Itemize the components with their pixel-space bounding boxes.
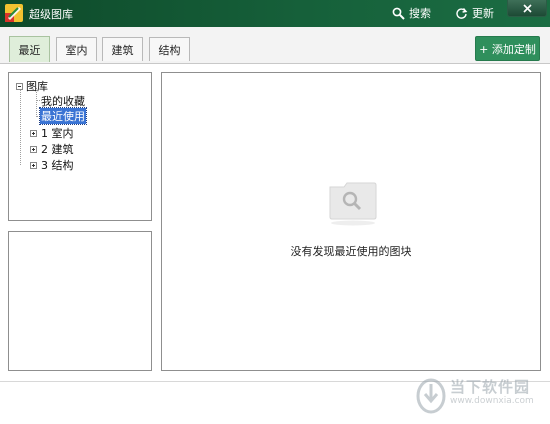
tree-item-favorites[interactable]: 我的收藏 [41, 93, 85, 109]
tab-structure[interactable]: 结构 [149, 37, 190, 61]
expand-toggle-icon[interactable] [30, 161, 37, 169]
tree-root[interactable]: 图库 [16, 78, 48, 94]
tree-item-label: 1 室内 [41, 127, 74, 140]
expand-toggle-icon[interactable] [30, 145, 37, 153]
library-tree: 图库 我的收藏 最近使用 1 室内 2 建筑 3 结构 [8, 72, 152, 221]
block-list-panel: 没有发现最近使用的图块 [161, 72, 541, 371]
watermark: 当下软件园 www.downxia.com [416, 372, 546, 422]
close-icon [522, 3, 532, 13]
preview-panel [8, 231, 152, 371]
collapse-toggle-icon[interactable] [16, 82, 23, 90]
tree-item-architecture[interactable]: 2 建筑 [30, 141, 74, 157]
empty-state-message: 没有发现最近使用的图块 [290, 245, 412, 258]
tree-item-label: 3 结构 [41, 159, 74, 172]
tree-item-interior[interactable]: 1 室内 [30, 125, 74, 141]
add-custom-button[interactable]: + 添加定制 [475, 36, 540, 61]
tab-bar: 最近 室内 建筑 结构 + 添加定制 [0, 27, 550, 64]
folder-search-icon [329, 182, 377, 226]
tree-item-label: 最近使用 [39, 107, 87, 125]
tree-guide-line [20, 88, 21, 165]
app-logo-icon [5, 4, 23, 22]
refresh-icon [456, 7, 468, 19]
title-bar: 超级图库 搜索 更新 [0, 0, 550, 27]
tree-item-label: 我的收藏 [41, 95, 85, 108]
tab-interior[interactable]: 室内 [56, 37, 97, 61]
expand-toggle-icon[interactable] [30, 129, 37, 137]
tree-item-label: 2 建筑 [41, 143, 74, 156]
watermark-name: 当下软件园 [450, 378, 531, 396]
update-label: 更新 [472, 7, 494, 20]
tree-item-recent[interactable]: 最近使用 [39, 107, 87, 125]
tab-recent[interactable]: 最近 [9, 36, 50, 62]
tree-root-label: 图库 [26, 80, 48, 93]
app-window: 超级图库 搜索 更新 最近 室内 建筑 结构 + 添加定制 图库 我的收藏 最近… [0, 0, 550, 424]
tab-architecture[interactable]: 建筑 [102, 37, 143, 61]
search-button[interactable]: 搜索 [392, 5, 431, 21]
search-icon [392, 7, 405, 20]
update-button[interactable]: 更新 [455, 5, 494, 21]
tree-item-structure[interactable]: 3 结构 [30, 157, 74, 173]
watermark-url: www.downxia.com [450, 396, 534, 406]
search-label: 搜索 [409, 7, 431, 20]
close-button[interactable] [507, 0, 547, 17]
watermark-logo-icon [416, 378, 446, 414]
window-title: 超级图库 [29, 8, 73, 21]
